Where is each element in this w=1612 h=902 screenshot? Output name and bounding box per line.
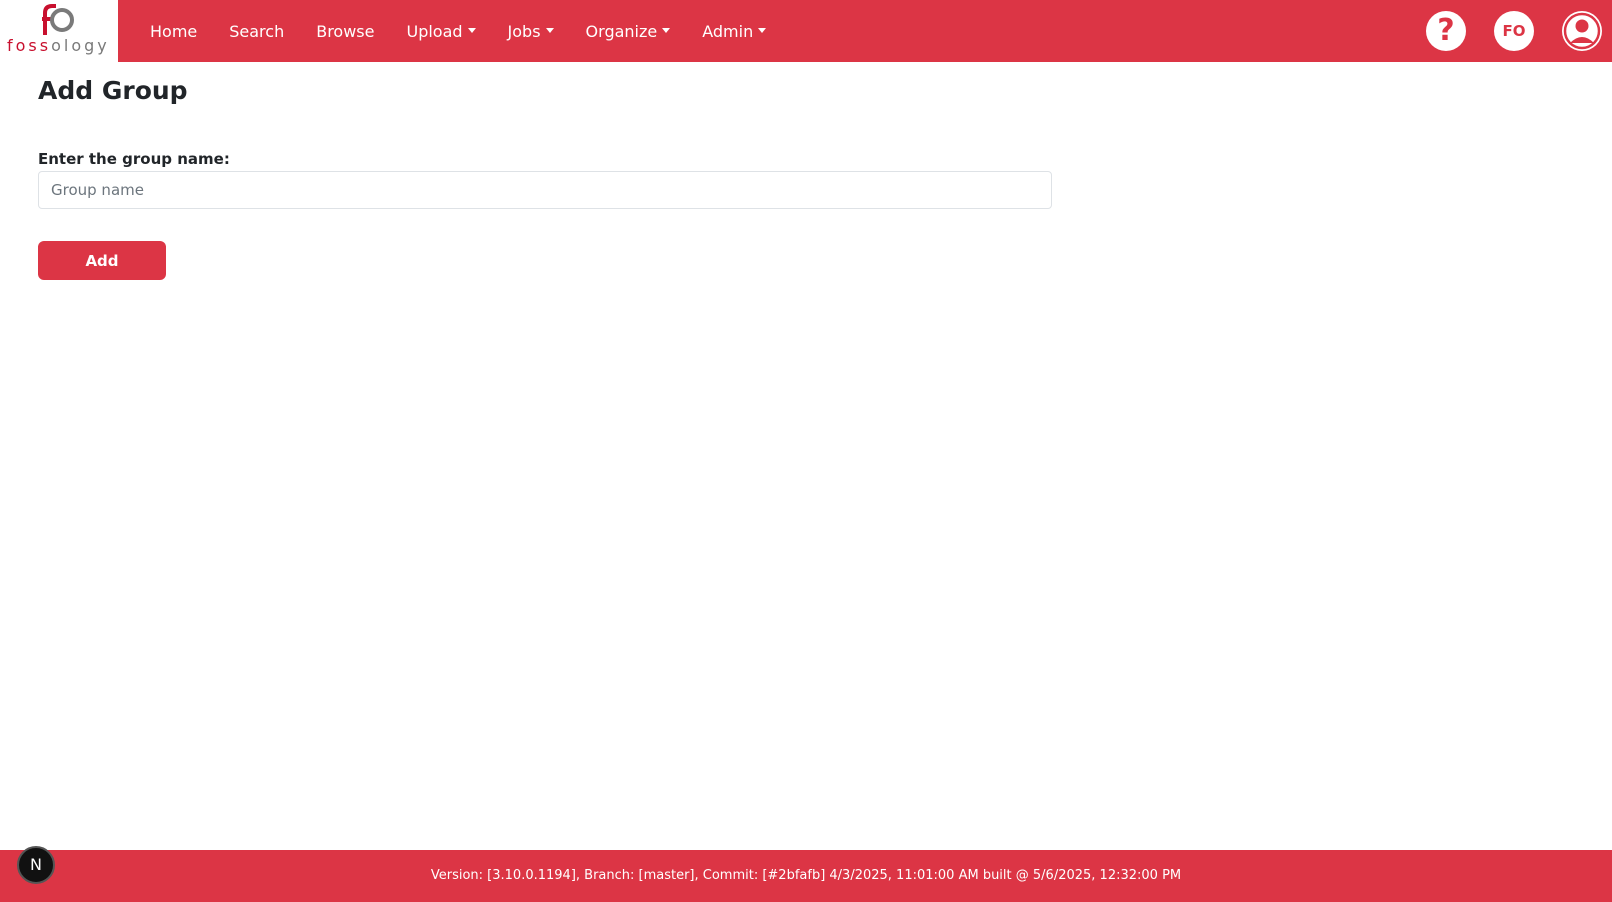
page-title: Add Group [38, 76, 188, 105]
logo-text-red: foss [7, 36, 52, 55]
nav-upload-dropdown[interactable]: Upload [406, 21, 476, 41]
group-name-label: Enter the group name: [38, 150, 230, 168]
nav-organize-dropdown[interactable]: Organize [586, 22, 671, 41]
user-circle-icon[interactable] [1562, 11, 1602, 51]
dev-badge-label: N [30, 855, 42, 874]
nav-home[interactable]: Home [150, 22, 197, 41]
add-button[interactable]: Add [38, 241, 166, 280]
nav-home-label: Home [150, 21, 198, 41]
nav-browse-label: Browse [316, 21, 375, 41]
caret-down-icon [545, 27, 554, 33]
fossology-logo-mark-icon [42, 4, 74, 35]
footer: Version: [3.10.0.1194], Branch: [master]… [0, 850, 1612, 902]
version-info: Version: [3.10.0.1194], Branch: [master]… [430, 868, 1182, 883]
nav-upload-label: Upload [406, 21, 463, 41]
nav-search[interactable]: Search [229, 22, 284, 41]
top-navbar: fossology Home Search Browse Upload Jobs… [0, 0, 1612, 62]
caret-down-icon [758, 27, 767, 33]
help-button[interactable]: ? [1426, 11, 1466, 51]
nav-jobs-label: Jobs [507, 21, 541, 41]
caret-down-icon [467, 27, 476, 33]
nav-admin-dropdown[interactable]: Admin [702, 21, 767, 41]
nav-search-label: Search [229, 21, 285, 41]
nav-admin-label: Admin [702, 21, 754, 41]
user-initials-label: FO [1502, 22, 1526, 40]
nav-jobs-dropdown[interactable]: Jobs [508, 22, 554, 41]
nav-browse[interactable]: Browse [316, 22, 374, 41]
nav-organize-label: Organize [585, 21, 658, 41]
logo-text-gray: ology [51, 36, 110, 55]
fossology-logo[interactable]: fossology [0, 0, 118, 62]
question-mark-icon: ? [1437, 13, 1455, 48]
group-name-input[interactable] [38, 171, 1052, 209]
nav-menu: Home Search Browse Upload Jobs Organize … [150, 0, 798, 62]
caret-down-icon [662, 27, 671, 33]
user-initials-button[interactable]: FO [1494, 11, 1534, 51]
dev-tools-badge[interactable]: N [17, 846, 55, 884]
logo-wordmark: fossology [7, 36, 110, 55]
